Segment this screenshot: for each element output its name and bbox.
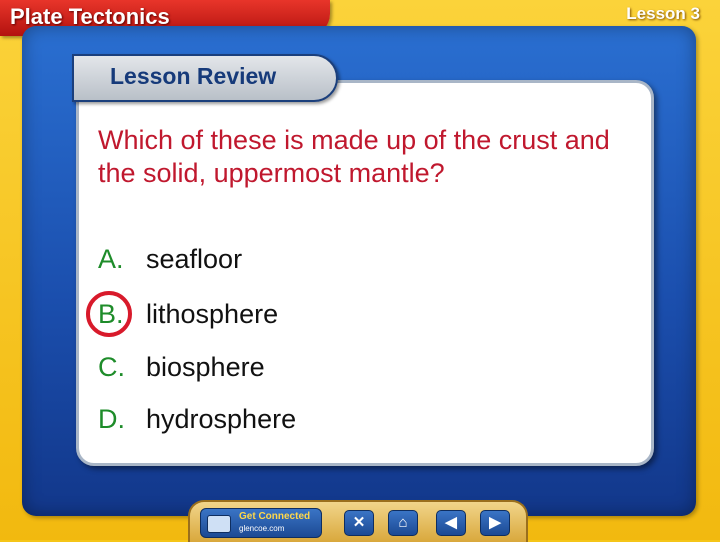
answer-letter: C. <box>98 352 125 382</box>
get-connected-button[interactable]: Get Connected glencoe.com <box>200 508 322 538</box>
lesson-review-banner: Lesson Review <box>72 54 338 102</box>
get-connected-label: Get Connected <box>239 511 311 522</box>
answer-option-d[interactable]: D. hydrosphere <box>98 404 296 435</box>
next-button[interactable]: ▶ <box>480 510 510 536</box>
previous-button[interactable]: ◀ <box>436 510 466 536</box>
answer-option-a[interactable]: A. seafloor <box>98 244 242 275</box>
correct-answer-highlight <box>86 291 132 337</box>
home-icon: ⌂ <box>398 514 408 531</box>
question-text: Which of these is made up of the crust a… <box>98 125 610 188</box>
answer-letter: D. <box>98 404 125 434</box>
close-button[interactable]: ✕ <box>344 510 374 536</box>
answer-text: seafloor <box>146 244 243 274</box>
lesson-label: Lesson 3 <box>626 4 700 23</box>
get-connected-url: glencoe.com <box>239 524 285 533</box>
answer-text: lithosphere <box>146 299 279 329</box>
banner-title: Lesson Review <box>110 63 277 89</box>
answer-option-c[interactable]: C. biosphere <box>98 352 265 383</box>
computer-icon <box>207 515 231 533</box>
close-icon: ✕ <box>352 514 366 531</box>
home-button[interactable]: ⌂ <box>388 510 418 536</box>
answer-text: hydrosphere <box>146 404 297 434</box>
answer-letter: A. <box>98 244 124 274</box>
next-arrow-icon: ▶ <box>489 514 501 531</box>
prev-arrow-icon: ◀ <box>445 514 457 531</box>
answer-text: biosphere <box>146 352 265 382</box>
